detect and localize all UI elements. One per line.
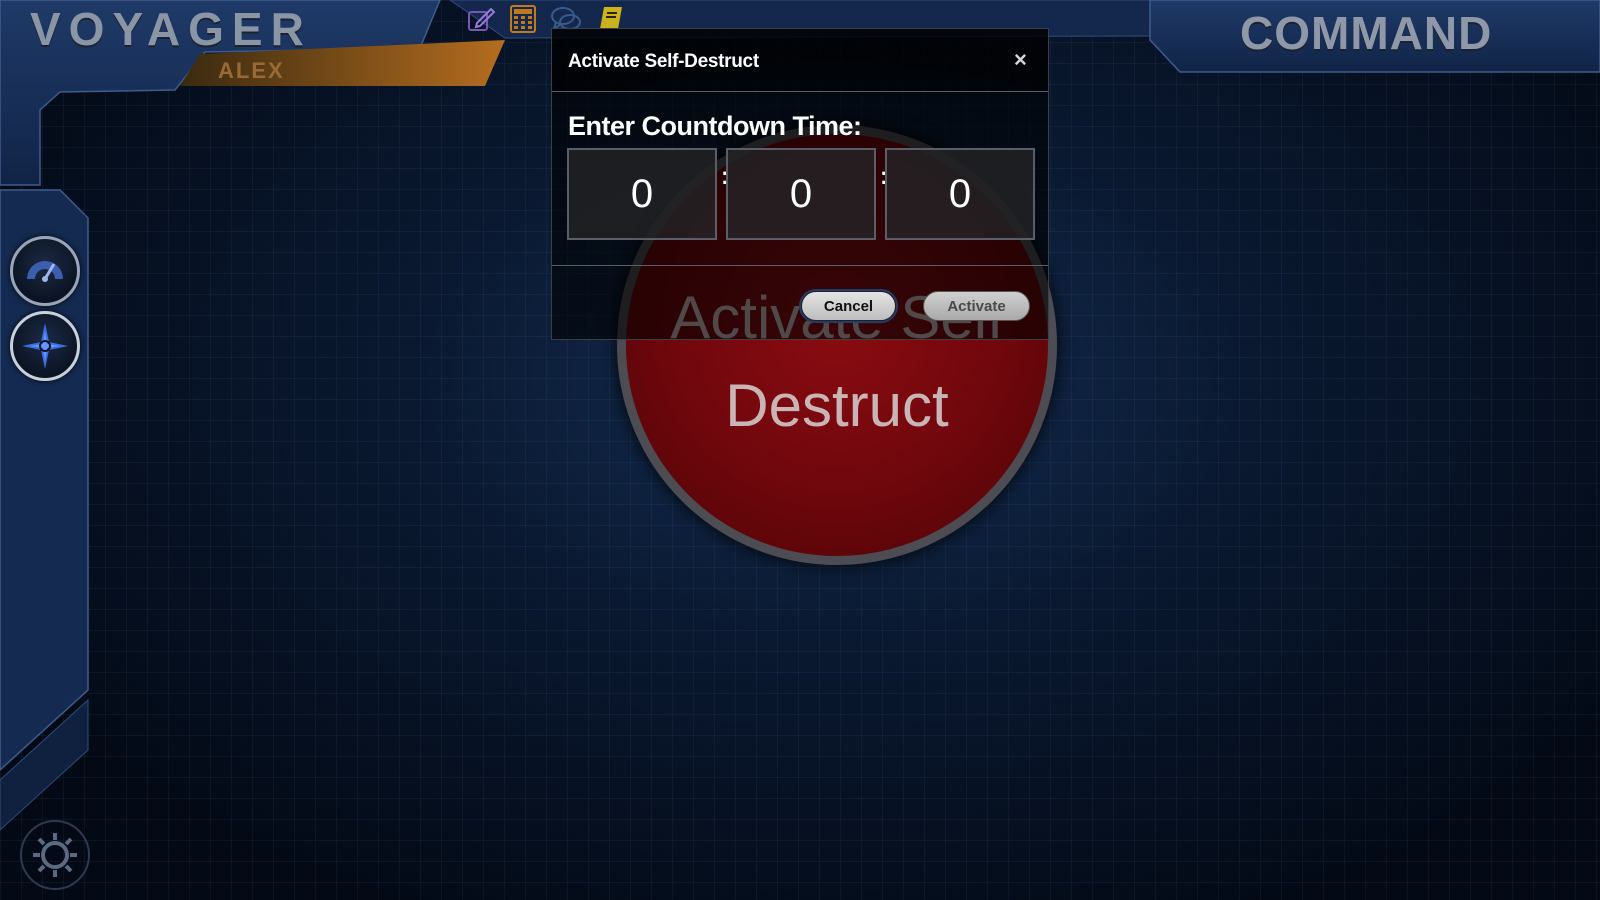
command-station-screen: VOYAGER ALEX COMMAND Destruct Activate S… [0,0,1600,900]
calculator-icon [510,5,536,33]
calculator-button[interactable] [508,4,538,34]
cancel-button[interactable]: Cancel [801,291,896,321]
activate-button[interactable]: Activate [923,291,1030,321]
minutes-input[interactable]: 0 [726,148,876,240]
edit-icon [468,7,495,31]
sidebar-item-speed[interactable] [10,236,80,306]
user-name: ALEX [218,58,285,83]
self-destruct-dialog: Activate Self-Destruct × Enter Countdown… [551,28,1049,340]
settings-button[interactable] [20,820,90,890]
edit-button[interactable] [466,4,496,34]
dialog-divider [552,265,1048,266]
close-icon[interactable]: × [1014,47,1027,73]
hours-input[interactable]: 0 [567,148,717,240]
seconds-input[interactable]: 0 [885,148,1035,240]
station-title: COMMAND [1240,7,1493,59]
countdown-prompt: Enter Countdown Time: [568,111,862,141]
dialog-header: Activate Self-Destruct × [552,29,1048,92]
app-title: VOYAGER [30,3,312,55]
compass-star-icon [22,323,68,369]
dialog-title: Activate Self-Destruct [568,51,759,72]
gear-icon [33,833,77,877]
sidebar-item-navigation[interactable] [10,311,80,381]
speedometer-icon [27,261,63,282]
